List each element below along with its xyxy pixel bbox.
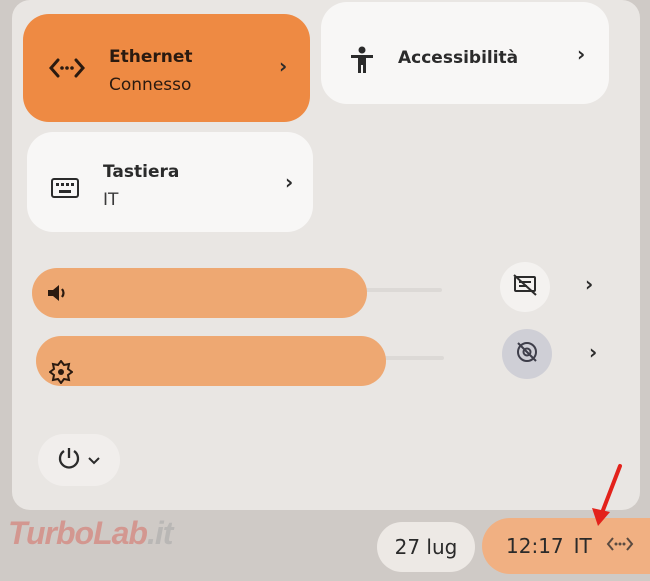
quick-settings-panel: Ethernet Connesso › Accessibilità › Tast… bbox=[12, 0, 640, 510]
accessibility-tile[interactable]: Accessibilità › bbox=[321, 2, 609, 104]
screen-off-icon bbox=[513, 274, 537, 300]
volume-slider[interactable] bbox=[32, 268, 367, 318]
power-menu-button[interactable] bbox=[38, 434, 120, 486]
clock-time: 12:17 bbox=[506, 534, 564, 558]
input-method-indicator: IT bbox=[573, 534, 592, 558]
keyboard-icon bbox=[51, 178, 79, 198]
ethernet-icon bbox=[606, 534, 634, 558]
keyboard-title: Tastiera bbox=[103, 162, 180, 182]
brightness-icon bbox=[48, 359, 74, 388]
date-label: 27 lug bbox=[394, 535, 458, 559]
ethernet-icon bbox=[49, 56, 85, 80]
ethernet-title: Ethernet bbox=[109, 47, 193, 67]
keyboard-tile[interactable]: Tastiera IT › bbox=[27, 132, 313, 232]
chevron-right-icon[interactable]: › bbox=[279, 54, 287, 78]
chevron-right-icon[interactable]: › bbox=[285, 170, 293, 194]
camera-off-button[interactable] bbox=[502, 329, 552, 379]
ethernet-status: Connesso bbox=[109, 75, 192, 95]
volume-icon bbox=[46, 283, 70, 307]
screen-off-button[interactable] bbox=[500, 262, 550, 312]
chevron-right-icon[interactable]: › bbox=[577, 42, 585, 66]
date-pill[interactable]: 27 lug bbox=[377, 522, 475, 572]
power-icon bbox=[57, 446, 81, 474]
annotation-arrow bbox=[592, 464, 622, 526]
accessibility-title: Accessibilità bbox=[398, 48, 519, 68]
brightness-slider[interactable] bbox=[36, 336, 386, 386]
ethernet-tile[interactable]: Ethernet Connesso › bbox=[23, 14, 310, 122]
chevron-down-icon bbox=[87, 451, 101, 470]
watermark-logo: TurboLab.it bbox=[8, 515, 173, 551]
chevron-right-icon[interactable]: › bbox=[585, 272, 593, 296]
accessibility-icon bbox=[349, 46, 375, 74]
camera-off-icon bbox=[515, 340, 539, 368]
keyboard-layout: IT bbox=[103, 190, 119, 210]
chevron-right-icon[interactable]: › bbox=[589, 340, 597, 364]
